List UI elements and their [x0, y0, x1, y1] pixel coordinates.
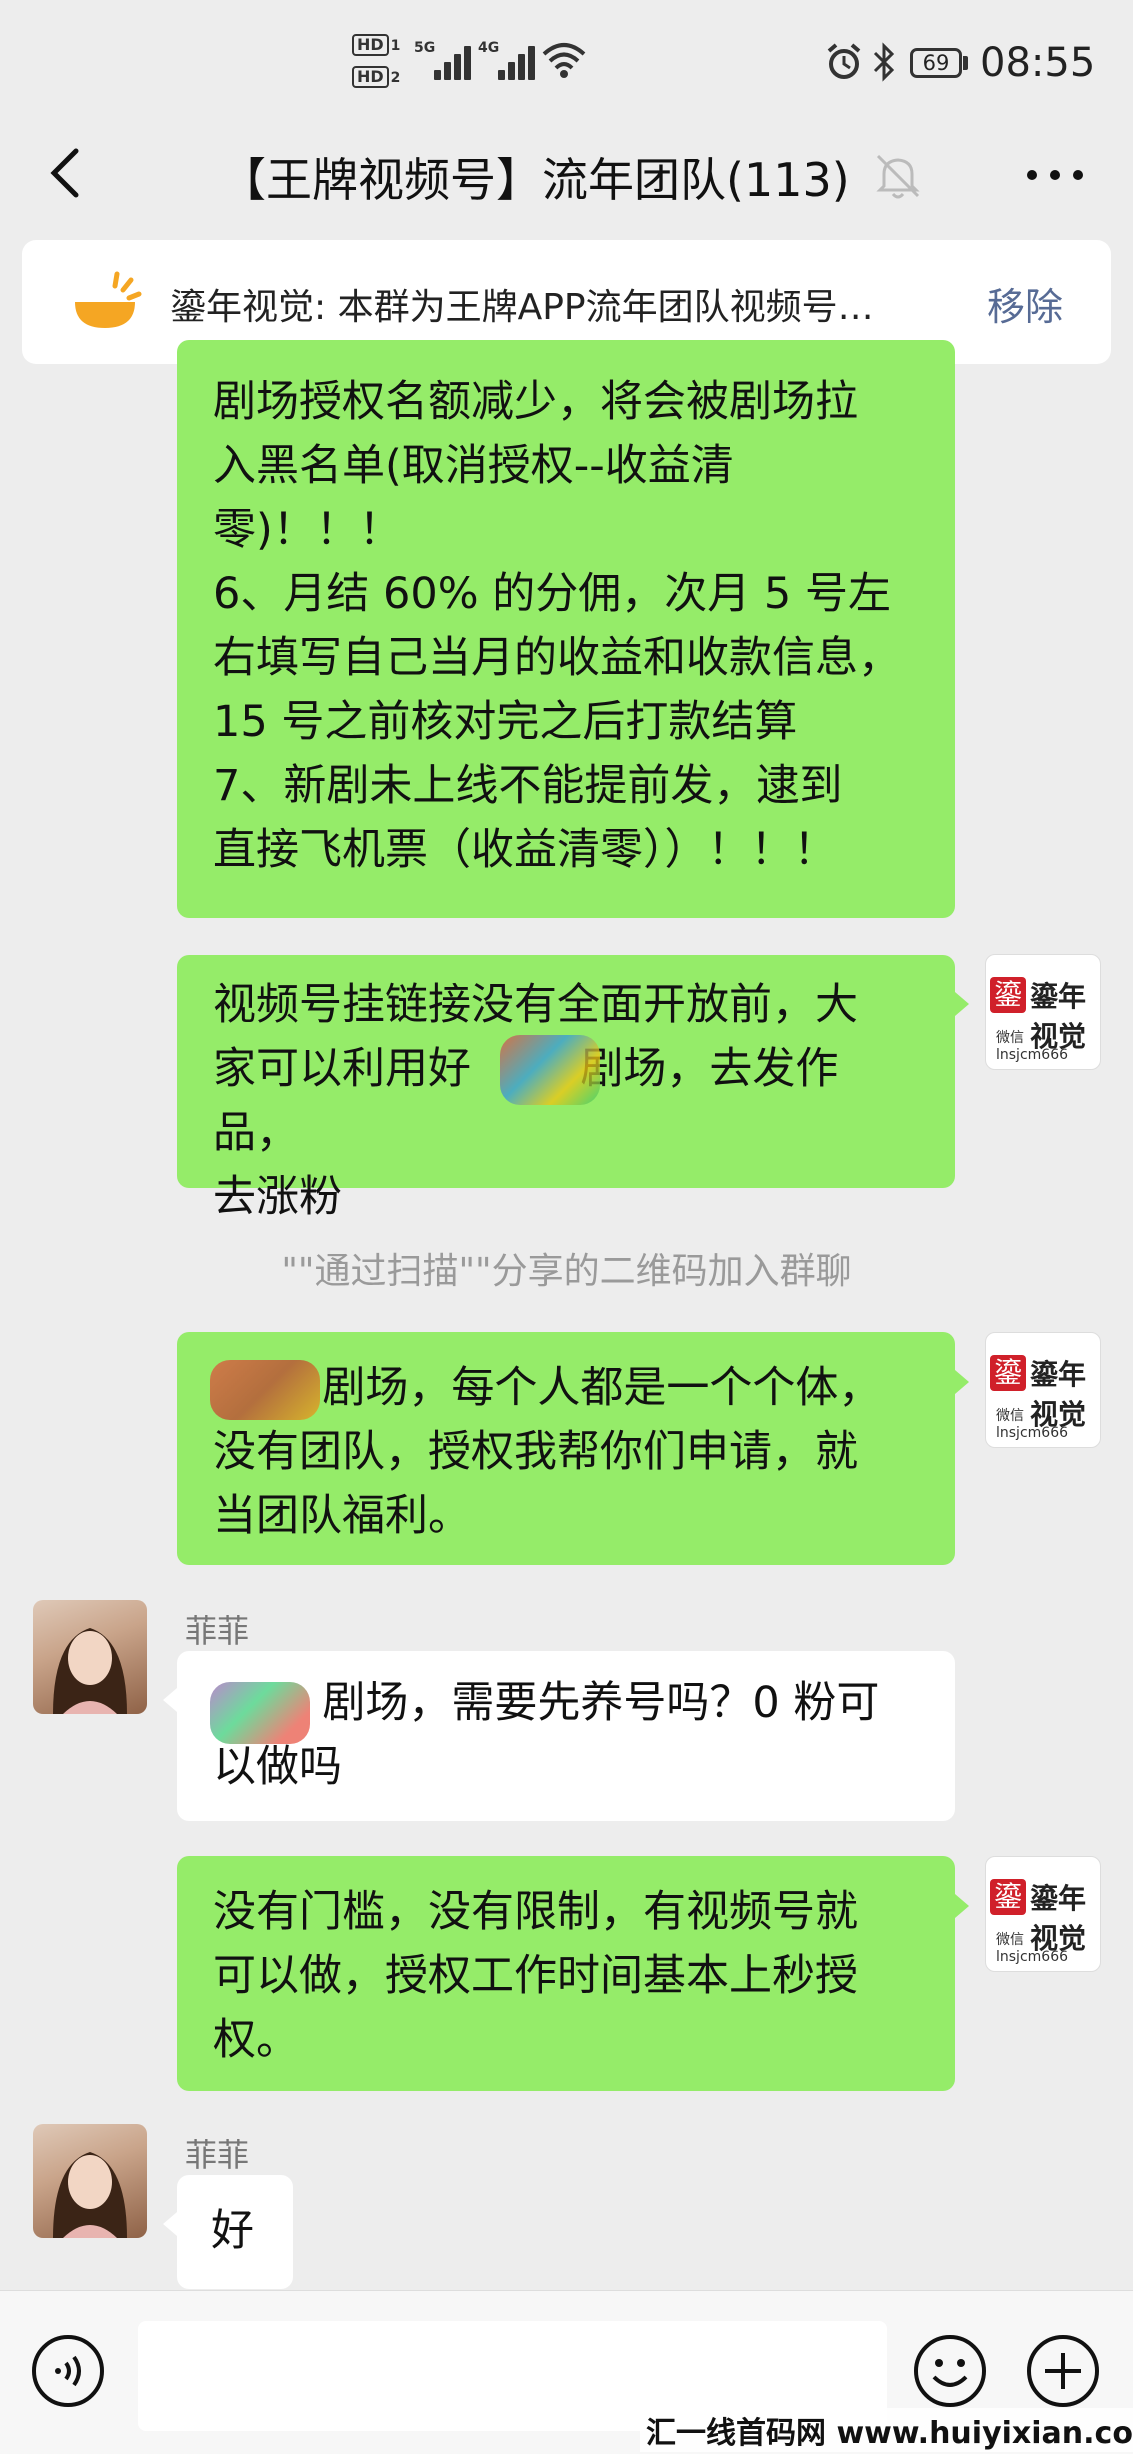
- message-bubble[interactable]: 好: [177, 2175, 293, 2289]
- person-photo-icon: [53, 2152, 127, 2238]
- chat-header: 【王牌视频号】流年团队(113): [0, 120, 1133, 232]
- contact-avatar[interactable]: [33, 2124, 147, 2238]
- contact-avatar[interactable]: [33, 1600, 147, 1714]
- hd1-indicator: HD 1: [352, 34, 400, 56]
- battery-indicator: 69: [910, 48, 962, 78]
- message-bubble[interactable]: 剧场授权名额减少，将会被剧场拉 入黑名单(取消授权--收益清 零)！！！ 6、月…: [177, 340, 955, 918]
- bubble-tail: [955, 1894, 969, 1918]
- self-avatar[interactable]: 鎏 鎏年视觉 微信 lnsjcm666: [985, 954, 1101, 1070]
- voice-input-icon[interactable]: [30, 2333, 106, 2409]
- status-bar: HD 1 HD 2 5G 4G 69 08:55: [0, 0, 1133, 120]
- bubble-tail: [955, 992, 969, 1016]
- notice-text: 鎏年视觉: 本群为王牌APP流年团队视频号…: [170, 287, 874, 328]
- bubble-tail: [955, 1370, 969, 1394]
- battery-tip: [963, 56, 968, 70]
- sender-name: 菲菲: [185, 1612, 250, 1650]
- back-arrow-icon[interactable]: [40, 143, 100, 203]
- add-more-icon[interactable]: [1025, 2333, 1101, 2409]
- clock: 08:55: [980, 40, 1096, 86]
- watermark-text: 汇一线首码网 www.huiyixian.com: [640, 2408, 1133, 2452]
- signal-4g-icon: 4G: [478, 40, 535, 80]
- brand-logo-mark: 鎏: [990, 1355, 1026, 1391]
- wifi-icon: [542, 43, 586, 78]
- bluetooth-icon: [873, 42, 895, 82]
- hd2-indicator: HD 2: [352, 66, 400, 88]
- chat-title: 【王牌视频号】流年团队(113): [220, 153, 850, 207]
- bubble-tail: [163, 2212, 177, 2236]
- system-message: ""通过扫描""分享的二维码加入群聊: [281, 1251, 852, 1292]
- remove-notice-button[interactable]: 移除: [987, 276, 1063, 331]
- signal-5g-icon: 5G: [414, 40, 471, 80]
- sender-name: 菲菲: [185, 2136, 250, 2174]
- announcement-icon: [75, 271, 142, 328]
- message-bubble[interactable]: 没有门槛，没有限制，有视频号就 可以做，授权工作时间基本上秒授 权。: [177, 1856, 955, 2091]
- brand-logo-mark: 鎏: [990, 1879, 1026, 1915]
- mute-bell-icon: [876, 154, 920, 199]
- bubble-tail: [163, 1688, 177, 1712]
- self-avatar[interactable]: 鎏 鎏年视觉 微信 lnsjcm666: [985, 1332, 1101, 1448]
- self-avatar[interactable]: 鎏 鎏年视觉 微信 lnsjcm666: [985, 1856, 1101, 1972]
- brand-wechat-id: 微信 lnsjcm666: [996, 1932, 1069, 1965]
- blurred-sticker: [210, 1360, 320, 1420]
- blurred-sticker: [210, 1682, 310, 1744]
- brand-wechat-id: 微信 lnsjcm666: [996, 1030, 1069, 1063]
- brand-wechat-id: 微信 lnsjcm666: [996, 1408, 1069, 1441]
- brand-logo-mark: 鎏: [990, 977, 1026, 1013]
- person-photo-icon: [53, 1628, 127, 1714]
- emoji-icon[interactable]: [912, 2333, 988, 2409]
- alarm-icon: [827, 43, 861, 79]
- blurred-sticker: [500, 1035, 600, 1105]
- more-options-icon[interactable]: [1020, 160, 1090, 190]
